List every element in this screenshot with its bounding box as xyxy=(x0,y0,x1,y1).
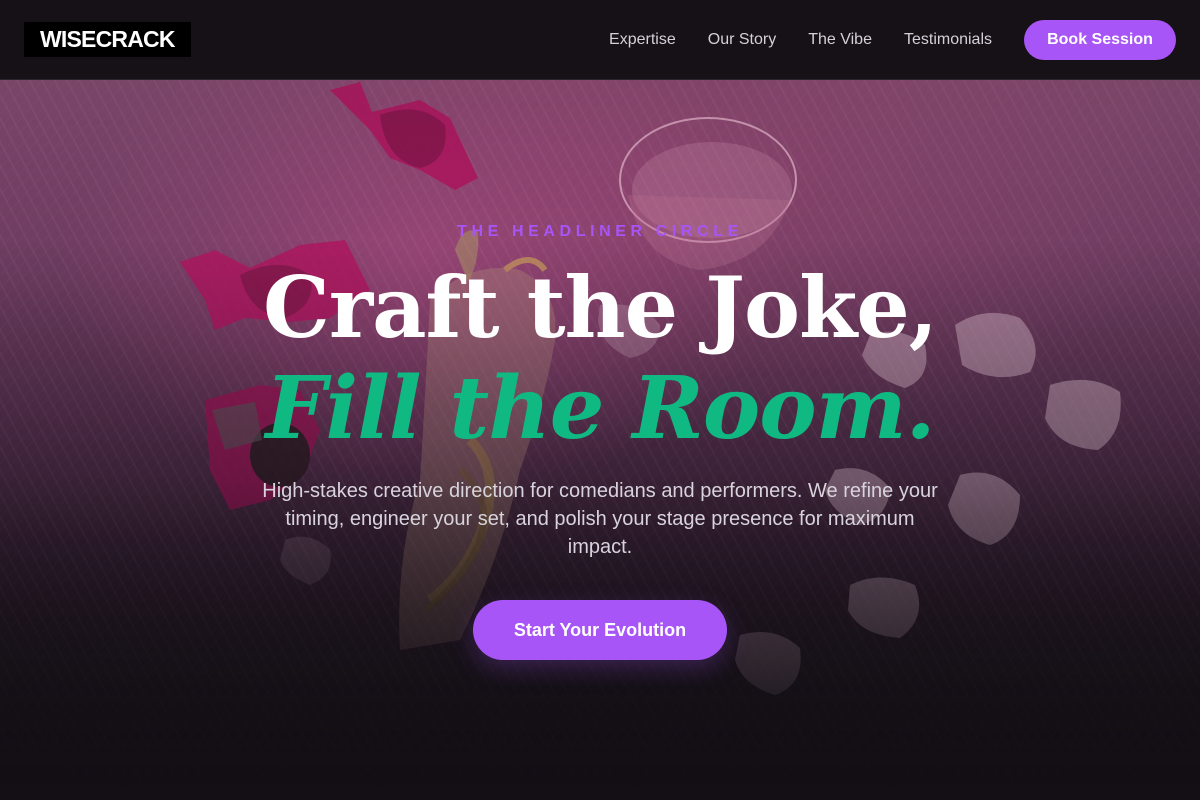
hero-headline-line-2: Fill the Room. xyxy=(265,358,935,459)
nav-link-our-story[interactable]: Our Story xyxy=(708,31,776,49)
nav-links: Expertise Our Story The Vibe Testimonial… xyxy=(609,0,992,80)
hero-description: High-stakes creative direction for comed… xyxy=(262,480,938,558)
start-your-evolution-button[interactable]: Start Your Evolution xyxy=(473,600,727,660)
brand-logo[interactable]: WISECRACK xyxy=(24,22,191,57)
hero-section: THE HEADLINER CIRCLE Craft the Joke, Fil… xyxy=(0,0,1200,800)
nav-link-expertise[interactable]: Expertise xyxy=(609,31,676,49)
top-navbar: WISECRACK Expertise Our Story The Vibe T… xyxy=(0,0,1200,80)
hero-eyebrow: THE HEADLINER CIRCLE xyxy=(457,223,743,240)
hero-headline-line-1: Craft the Joke, xyxy=(263,258,938,357)
nav-link-the-vibe[interactable]: The Vibe xyxy=(808,31,872,49)
nav-link-testimonials[interactable]: Testimonials xyxy=(904,31,992,49)
landing-page: WISECRACK Expertise Our Story The Vibe T… xyxy=(0,0,1200,800)
book-session-button[interactable]: Book Session xyxy=(1024,20,1176,60)
